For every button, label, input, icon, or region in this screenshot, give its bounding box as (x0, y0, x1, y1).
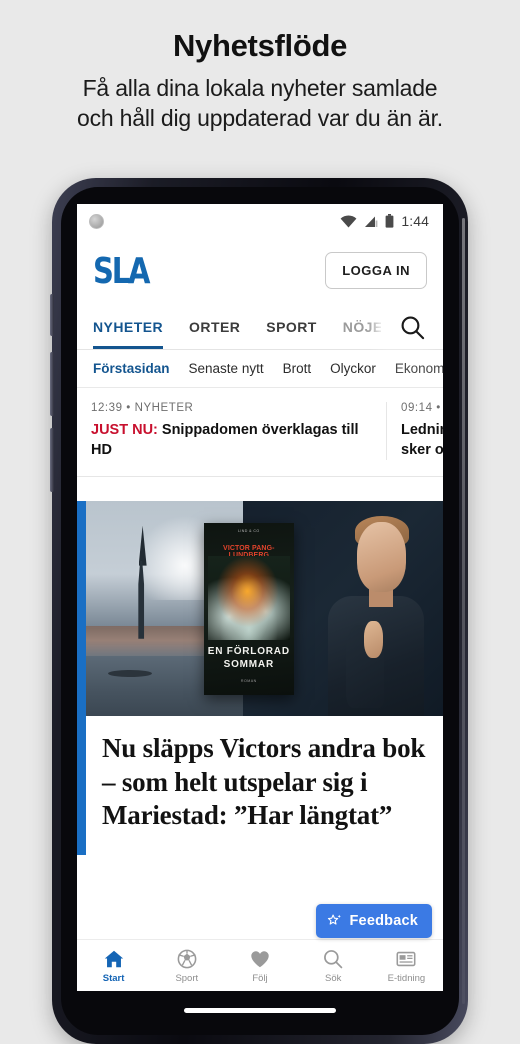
promo-header: Nyhetsflöde Få alla dina lokala nyheter … (0, 0, 520, 134)
portrait-head (357, 522, 407, 593)
nav-label-sok: Sök (325, 972, 342, 984)
sparkle-star-icon (327, 914, 341, 925)
ticker-card-2-title-line-2: sker om (401, 441, 443, 458)
content-spacer (77, 477, 443, 502)
cellular-signal-icon (365, 216, 378, 227)
phone-frame: 1:44 SLA LOGGA IN NYHETER ORTER SPORT NÖ… (50, 178, 468, 1044)
app-header: SLA LOGGA IN (77, 238, 443, 305)
nav-item-e-tidning[interactable]: E-tidning (370, 948, 443, 984)
wifi-icon (340, 214, 357, 227)
battery-icon (385, 214, 394, 228)
book-cover: LIND & CO VICTOR PANG-LUNDBERG EN FÖRLOR… (203, 523, 294, 696)
sub-tab-bar[interactable]: Förstasidan Senaste nytt Brott Olyckor E… (77, 350, 443, 388)
article-accent-bar (77, 501, 86, 855)
article-byline-area (86, 833, 443, 855)
book-title: EN FÖRLORAD SOMMAR (204, 646, 294, 671)
bottom-navigation-bar: Start Sport Följ Sök E-tidning (77, 939, 443, 991)
ticker-card-1-meta: 12:39 • NYHETER (91, 402, 372, 414)
article-headline[interactable]: Nu släpps Victors andra bok – som helt u… (86, 716, 443, 832)
nav-item-start[interactable]: Start (77, 948, 150, 984)
ticker-card-2-separator: • (436, 402, 441, 414)
search-icon (401, 316, 424, 339)
article-body: LIND & CO VICTOR PANG-LUNDBERG EN FÖRLOR… (86, 501, 443, 854)
phone-mockup: 1:44 SLA LOGGA IN NYHETER ORTER SPORT NÖ… (50, 178, 468, 1044)
feedback-button[interactable]: Feedback (315, 904, 432, 938)
ticker-card-2-meta: 09:14 • N (401, 402, 443, 414)
article-hero-image[interactable]: LIND & CO VICTOR PANG-LUNDBERG EN FÖRLOR… (86, 501, 443, 717)
phone-bezel: 1:44 SLA LOGGA IN NYHETER ORTER SPORT NÖ… (61, 187, 459, 1035)
nav-label-start: Start (102, 972, 125, 984)
status-bar-clock: 1:44 (401, 213, 429, 229)
search-icon (324, 949, 343, 968)
tab-nyheter[interactable]: NYHETER (93, 305, 164, 349)
ticker-card-1[interactable]: 12:39 • NYHETER JUST NU: Snippadomen öve… (77, 402, 387, 461)
promo-subtitle: Få alla dina lokala nyheter samlade och … (16, 73, 504, 134)
login-button[interactable]: LOGGA IN (325, 252, 427, 289)
nav-label-sport: Sport (175, 972, 199, 984)
nav-label-folj: Följ (252, 972, 268, 984)
home-icon (104, 950, 123, 967)
header-search-button[interactable] (381, 305, 443, 349)
tab-orter[interactable]: ORTER (189, 305, 240, 349)
ticker-card-2-title-line-1: Ledning (401, 422, 443, 438)
nav-item-folj[interactable]: Följ (223, 948, 296, 984)
ticker-card-1-separator: • (126, 402, 131, 414)
phone-screen: 1:44 SLA LOGGA IN NYHETER ORTER SPORT NÖ… (77, 204, 443, 991)
tab-sport[interactable]: SPORT (266, 305, 316, 349)
status-bar: 1:44 (77, 204, 443, 238)
portrait-hand (363, 621, 383, 659)
feedback-button-label: Feedback (349, 913, 418, 929)
ticker-card-1-time: 12:39 (91, 402, 123, 414)
news-ticker[interactable]: 12:39 • NYHETER JUST NU: Snippadomen öve… (77, 388, 443, 478)
book-title-line-2: SOMMAR (223, 658, 274, 670)
ticker-card-2[interactable]: 09:14 • N Ledning sker om (387, 402, 443, 460)
phone-volume-down-button[interactable] (50, 428, 54, 492)
newspaper-icon (396, 951, 416, 966)
soccer-ball-icon (177, 949, 197, 968)
nav-item-sok[interactable]: Sök (297, 948, 370, 984)
author-portrait (319, 510, 431, 717)
subtab-forstasidan[interactable]: Förstasidan (93, 361, 170, 376)
heart-icon (251, 950, 269, 967)
book-title-line-1: EN FÖRLORAD (207, 646, 290, 658)
phone-right-rim (462, 218, 465, 1004)
tab-noje-kultur[interactable]: NÖJE/KU (343, 305, 381, 349)
phone-side-button-top[interactable] (50, 294, 54, 336)
article-card[interactable]: LIND & CO VICTOR PANG-LUNDBERG EN FÖRLOR… (77, 501, 443, 855)
promo-subtitle-line-1: Få alla dina lokala nyheter samlade (82, 74, 438, 101)
subtab-senaste-nytt[interactable]: Senaste nytt (189, 361, 264, 376)
sla-logo[interactable]: SLA (93, 253, 150, 289)
android-gesture-bar[interactable] (184, 1008, 336, 1013)
ticker-card-2-time: 09:14 (401, 402, 433, 414)
book-publisher: LIND & CO (238, 529, 260, 534)
ticker-flash-label: JUST NU: (91, 422, 158, 438)
subtab-brott[interactable]: Brott (283, 361, 312, 376)
book-cover-artwork (207, 556, 290, 641)
phone-volume-up-button[interactable] (50, 352, 54, 416)
ticker-card-1-category: NYHETER (134, 402, 194, 414)
nav-label-e-tidning: E-tidning (387, 972, 426, 984)
main-tab-scroller[interactable]: NYHETER ORTER SPORT NÖJE/KU (77, 305, 381, 349)
status-bar-icons: 1:44 (340, 213, 429, 229)
subtab-ekonomi[interactable]: Ekonomi (395, 361, 443, 376)
book-footer: ROMAN (240, 679, 257, 684)
page-title: Nyhetsflöde (172, 28, 348, 63)
ticker-card-2-title: Ledning sker om (401, 421, 443, 460)
nav-item-sport[interactable]: Sport (150, 948, 223, 984)
subtab-olyckor[interactable]: Olyckor (330, 361, 376, 376)
camera-punch-hole-icon (89, 213, 104, 229)
main-tab-bar: NYHETER ORTER SPORT NÖJE/KU (77, 305, 443, 350)
promo-subtitle-line-2: och håll dig uppdaterad var du än är. (77, 105, 443, 132)
ticker-card-1-title: JUST NU: Snippadomen överklagas till HD (91, 421, 372, 460)
